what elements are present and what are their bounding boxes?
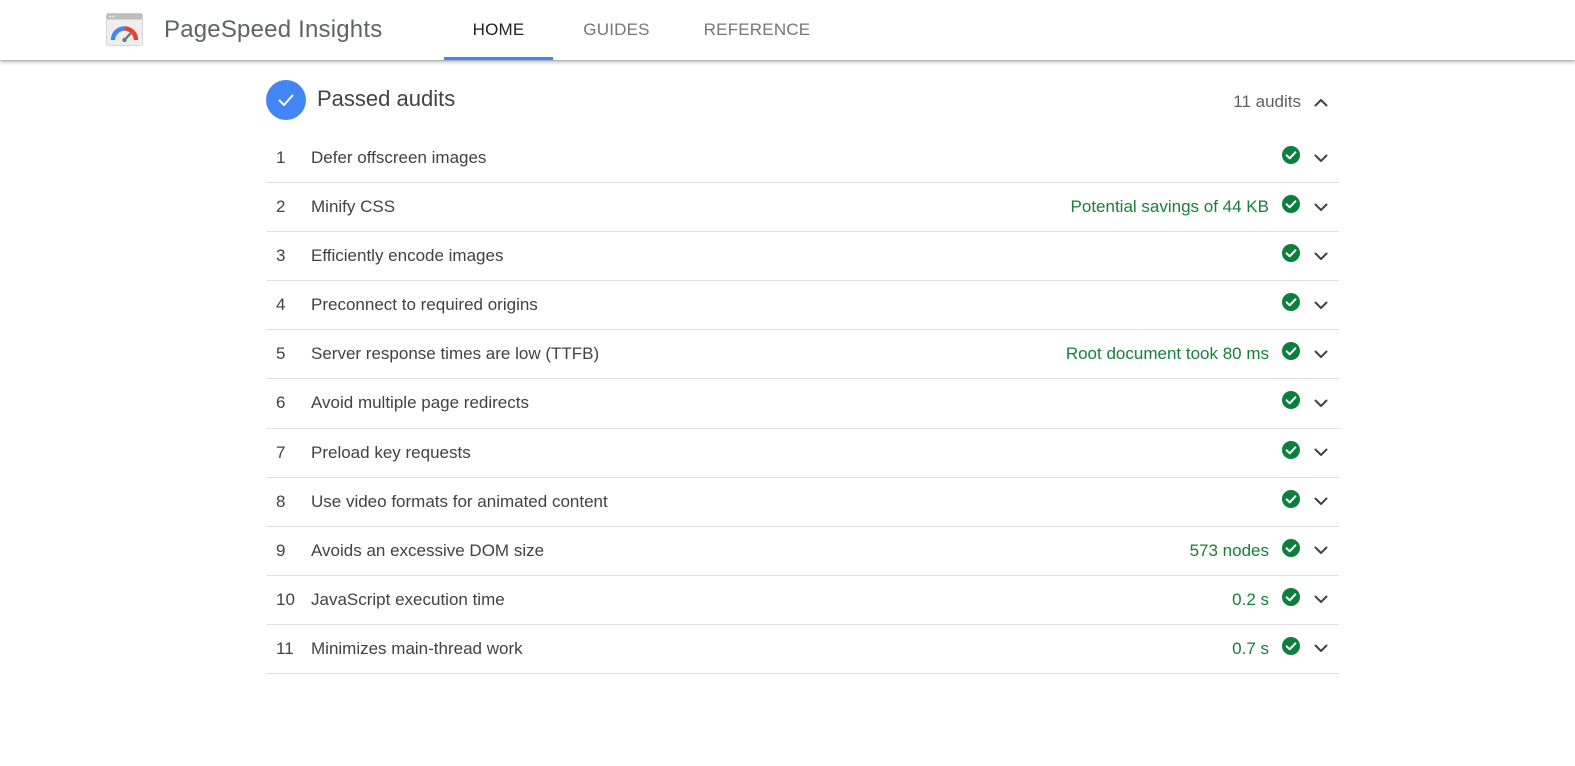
chevron-down-icon[interactable] — [1311, 492, 1331, 512]
audit-title: Preconnect to required origins — [311, 295, 538, 315]
app-title: PageSpeed Insights — [164, 16, 383, 43]
audit-value: 0.7 s — [1232, 638, 1269, 658]
audit-row-1[interactable]: 1 Defer offscreen images — [266, 134, 1339, 184]
pass-check-icon — [1282, 293, 1300, 312]
audit-number: 8 — [276, 491, 286, 511]
audit-title: Preload key requests — [311, 442, 471, 462]
pagespeed-logo-icon[interactable] — [106, 13, 143, 46]
audit-title: JavaScript execution time — [311, 589, 505, 609]
audit-row-8[interactable]: 8 Use video formats for animated content — [266, 478, 1339, 527]
audit-row-9[interactable]: 9 Avoids an excessive DOM size 573 nodes — [266, 527, 1339, 576]
audit-number: 2 — [276, 197, 286, 217]
top-app-bar: PageSpeed Insights HOME GUIDES REFERENCE — [0, 0, 1575, 60]
audit-title: Minimizes main-thread work — [311, 638, 523, 658]
audit-title: Avoid multiple page redirects — [311, 393, 529, 413]
audit-row-2[interactable]: 2 Minify CSS Potential savings of 44 KB — [266, 183, 1339, 233]
pass-check-icon — [1282, 440, 1300, 459]
pass-check-icon — [1282, 146, 1300, 164]
audit-title: Defer offscreen images — [311, 148, 487, 167]
chevron-up-icon[interactable] — [1311, 92, 1331, 112]
audit-number: 10 — [276, 589, 295, 609]
checkmark-icon — [266, 80, 306, 120]
audit-number: 4 — [276, 295, 286, 315]
audit-value: Potential savings of 44 KB — [1070, 197, 1269, 217]
audit-number: 5 — [276, 344, 286, 364]
tab-home-label: HOME — [472, 20, 525, 39]
chevron-down-icon[interactable] — [1311, 393, 1331, 413]
passed-audits-header[interactable]: Passed audits 11 audits — [266, 78, 1339, 122]
pass-check-icon — [1282, 636, 1300, 655]
audit-row-4[interactable]: 4 Preconnect to required origins — [266, 281, 1339, 331]
pass-check-icon — [1282, 244, 1300, 263]
tab-guides-label: GUIDES — [583, 20, 650, 39]
section-title: Passed audits — [317, 86, 456, 111]
tab-guides[interactable]: GUIDES — [572, 0, 661, 60]
audit-number: 11 — [276, 638, 294, 658]
tab-reference[interactable]: REFERENCE — [694, 0, 820, 60]
audit-count: 11 audits — [1233, 92, 1301, 111]
audit-number: 3 — [276, 246, 286, 266]
audit-title: Minify CSS — [311, 197, 396, 217]
audit-title: Efficiently encode images — [311, 246, 504, 266]
audit-value: 0.2 s — [1232, 589, 1269, 609]
audit-row-6[interactable]: 6 Avoid multiple page redirects — [266, 379, 1339, 429]
audit-row-11[interactable]: 11 Minimizes main-thread work 0.7 s — [266, 625, 1339, 675]
pass-check-icon — [1282, 342, 1300, 361]
chevron-down-icon[interactable] — [1311, 639, 1331, 659]
audit-number: 7 — [276, 442, 286, 462]
audit-row-7[interactable]: 7 Preload key requests — [266, 429, 1339, 478]
chevron-down-icon[interactable] — [1311, 541, 1331, 561]
chevron-down-icon[interactable] — [1311, 197, 1331, 217]
chevron-down-icon[interactable] — [1311, 590, 1331, 610]
audit-number: 1 — [276, 148, 286, 167]
audit-row-3[interactable]: 3 Efficiently encode images — [266, 232, 1339, 282]
audit-number: 6 — [276, 393, 286, 413]
audit-title: Server response times are low (TTFB) — [311, 344, 600, 364]
pass-check-icon — [1282, 587, 1300, 606]
audit-row-10[interactable]: 10 JavaScript execution time 0.2 s — [266, 576, 1339, 625]
chevron-down-icon[interactable] — [1311, 443, 1331, 463]
tab-reference-label: REFERENCE — [703, 20, 811, 39]
chevron-down-icon[interactable] — [1311, 295, 1331, 315]
chevron-down-icon[interactable] — [1311, 246, 1331, 266]
chevron-down-icon[interactable] — [1311, 148, 1331, 168]
audit-title: Use video formats for animated content — [311, 491, 608, 511]
audit-list: 1 Defer offscreen images 2 Minify CSS Po… — [266, 134, 1339, 675]
pass-check-icon — [1282, 489, 1300, 508]
audit-row-5[interactable]: 5 Server response times are low (TTFB) R… — [266, 330, 1339, 380]
pass-check-icon — [1282, 538, 1300, 557]
tab-home[interactable]: HOME — [444, 0, 553, 60]
pass-check-icon — [1282, 391, 1300, 410]
audit-value: Root document took 80 ms — [1065, 344, 1269, 364]
pass-check-icon — [1282, 195, 1300, 214]
audit-number: 9 — [276, 540, 286, 560]
audit-value: 573 nodes — [1189, 540, 1269, 560]
audit-title: Avoids an excessive DOM size — [311, 540, 545, 560]
chevron-down-icon[interactable] — [1311, 344, 1331, 364]
